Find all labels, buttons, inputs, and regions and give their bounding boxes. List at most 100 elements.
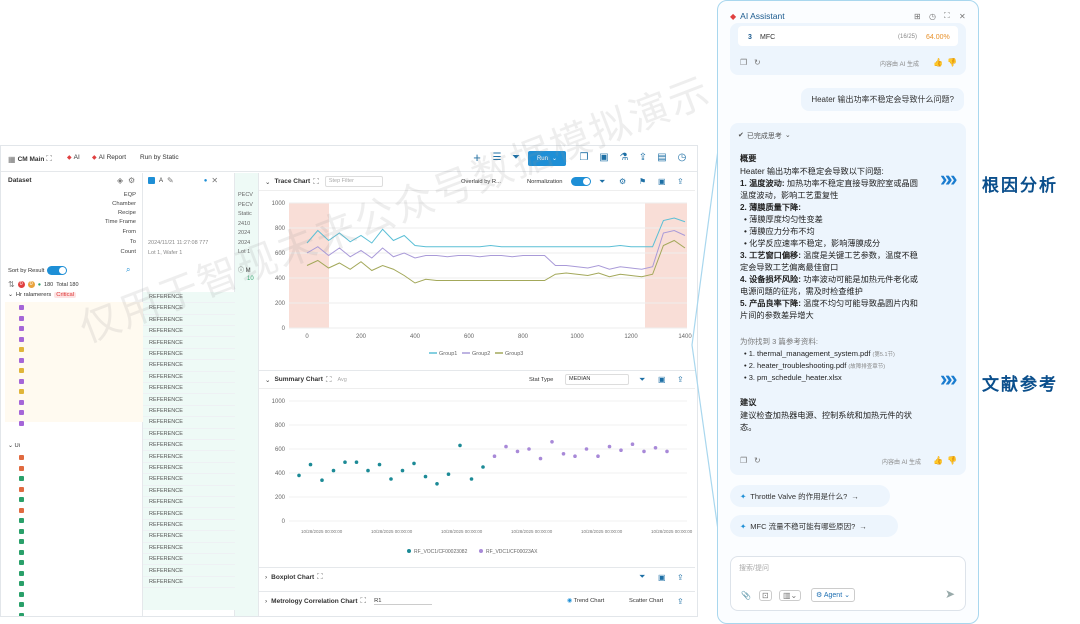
- run-button[interactable]: Run ⌄: [528, 151, 566, 166]
- expand-icon[interactable]: ⛶: [317, 572, 323, 582]
- checkbox-icon[interactable]: [148, 177, 155, 184]
- chevron-right-icon[interactable]: ›: [265, 598, 267, 605]
- reference-row[interactable]: REFERENCE: [143, 474, 235, 486]
- calendar-icon[interactable]: ▤: [656, 152, 668, 164]
- reference-row[interactable]: REFERENCE: [143, 566, 235, 577]
- flask-icon[interactable]: ⚗: [618, 152, 630, 164]
- overlaid-select[interactable]: Overlaid by R...: [461, 179, 501, 185]
- chat-input[interactable]: 搜索/提问: [739, 563, 769, 573]
- suggestion-chip-1[interactable]: ✦ Throttle Valve 的作用是什么? →: [730, 485, 890, 507]
- clock-icon[interactable]: ◷: [676, 152, 688, 164]
- ref-1-link[interactable]: 1. thermal_management_system.pdf: [749, 349, 871, 358]
- reference-row[interactable]: REFERENCE: [143, 349, 235, 361]
- tab-ai[interactable]: ◆ AI: [67, 154, 80, 161]
- export-icon[interactable]: ⇪: [677, 597, 684, 606]
- expand-icon[interactable]: ⛶: [313, 177, 319, 187]
- attach-icon[interactable]: 📎: [741, 591, 751, 600]
- reference-row[interactable]: REFERENCE: [143, 497, 235, 509]
- stat-type-select[interactable]: MEDIAN: [565, 374, 629, 385]
- group-parameters[interactable]: ⌄ Hr ralamerers Critical: [8, 292, 77, 298]
- reference-row[interactable]: REFERENCE: [143, 395, 235, 406]
- ref-3[interactable]: • 3. pm_schedule_heater.xlsx: [744, 372, 842, 384]
- fullscreen-icon[interactable]: ⛶: [944, 11, 950, 21]
- reference-row[interactable]: REFERENCE: [143, 520, 235, 532]
- reference-row[interactable]: REFERENCE: [143, 531, 235, 543]
- metrology-select[interactable]: R1: [374, 598, 433, 605]
- filter-icon[interactable]: ⏷: [639, 572, 645, 582]
- reference-row[interactable]: REFERENCE: [143, 429, 235, 440]
- reference-row[interactable]: REFERENCE: [143, 554, 235, 566]
- chevron-down-icon[interactable]: ⌄: [265, 376, 270, 384]
- suggestion-chip-2[interactable]: ✦ MFC 流量不稳可能有哪些原因? →: [730, 515, 898, 537]
- reference-row[interactable]: REFERENCE: [143, 360, 235, 372]
- summary-sub-select[interactable]: Avg: [337, 377, 346, 383]
- refresh-icon[interactable]: ↻: [754, 456, 761, 465]
- layers-icon[interactable]: ◈: [117, 176, 123, 185]
- reference-row[interactable]: REFERENCE: [143, 440, 235, 452]
- scan-icon[interactable]: ⊡: [759, 590, 772, 601]
- gear-icon[interactable]: ⚙: [619, 177, 626, 186]
- expand-icon[interactable]: ⛶: [326, 375, 332, 385]
- reference-row[interactable]: REFERENCE: [143, 383, 235, 395]
- reference-row[interactable]: REFERENCE: [143, 292, 235, 304]
- reference-row[interactable]: REFERENCE: [143, 406, 235, 418]
- thumbs-down-icon[interactable]: 👎: [947, 58, 957, 67]
- image-icon[interactable]: ▣: [658, 573, 666, 582]
- reference-row[interactable]: REFERENCE: [143, 486, 235, 497]
- tab-ai-report[interactable]: ◆ AI Report: [92, 154, 126, 161]
- expand-icon[interactable]: ⛶: [360, 596, 366, 606]
- sort-toggle[interactable]: [47, 266, 68, 275]
- reference-row[interactable]: REFERENCE: [143, 509, 235, 520]
- scatter-chart-option[interactable]: Scatter Chart: [629, 598, 663, 604]
- export-icon[interactable]: ⇪: [677, 573, 684, 582]
- agent-select[interactable]: ⚙ Agent ⌄: [811, 588, 855, 602]
- filter-icon[interactable]: ⏷: [639, 375, 645, 385]
- normalization-toggle[interactable]: [571, 177, 591, 186]
- filter-icon[interactable]: ⏷: [510, 152, 522, 164]
- thinking-status[interactable]: ✔ 已完成思考 ⌄: [738, 131, 791, 141]
- copy-icon[interactable]: ❐: [740, 456, 747, 465]
- add-icon[interactable]: +: [471, 151, 483, 164]
- pin-icon[interactable]: ⚑: [639, 177, 646, 186]
- reference-row[interactable]: REFERENCE: [143, 577, 235, 589]
- edit-icon[interactable]: ✎: [167, 176, 174, 185]
- image-icon[interactable]: ▣: [598, 152, 610, 164]
- chevron-right-icon[interactable]: ›: [265, 574, 267, 581]
- copy-icon[interactable]: ❐: [578, 152, 590, 164]
- reference-row[interactable]: REFERENCE: [143, 417, 235, 429]
- tab-cm-main[interactable]: ▦ CM Main ⛶: [8, 154, 52, 164]
- copy-icon[interactable]: ❐: [740, 58, 747, 67]
- reference-row[interactable]: REFERENCE: [143, 543, 235, 554]
- close-icon[interactable]: ✕: [959, 12, 966, 21]
- step-filter-select[interactable]: Step Filter: [324, 176, 383, 187]
- thumbs-down-icon[interactable]: 👎: [947, 456, 957, 465]
- ref-2-link[interactable]: 2. heater_troubleshooting.pdf: [749, 361, 847, 370]
- reference-row[interactable]: REFERENCE: [143, 338, 235, 349]
- close-icon[interactable]: ✕: [211, 176, 218, 185]
- sort-icon[interactable]: ⇅: [8, 280, 15, 289]
- chart-tool-icon[interactable]: ▥⌄: [779, 590, 802, 601]
- trend-chart-option[interactable]: ◉ Trend Chart: [567, 598, 604, 604]
- filter-icon[interactable]: ⏷: [599, 177, 605, 187]
- tab-run-by-static[interactable]: Run by Static: [140, 154, 179, 161]
- export-icon[interactable]: ⇪: [677, 177, 684, 186]
- refresh-icon[interactable]: ↻: [754, 58, 761, 67]
- reference-row[interactable]: REFERENCE: [143, 463, 235, 475]
- history-icon[interactable]: ◷: [929, 12, 936, 21]
- group-ui[interactable]: ⌄ Ui: [8, 443, 20, 449]
- reference-row[interactable]: REFERENCE: [143, 303, 235, 315]
- new-chat-icon[interactable]: ⊞: [914, 12, 921, 21]
- list-icon[interactable]: ☰: [491, 152, 503, 164]
- send-icon[interactable]: ➤: [945, 587, 955, 601]
- settings-icon[interactable]: ⚙: [128, 176, 135, 185]
- reference-row[interactable]: REFERENCE: [143, 326, 235, 338]
- reference-row[interactable]: REFERENCE: [143, 452, 235, 463]
- image-icon[interactable]: ▣: [658, 375, 666, 384]
- chevron-down-icon[interactable]: ⌄: [265, 178, 270, 186]
- export-icon[interactable]: ⇪: [637, 152, 649, 164]
- thumbs-up-icon[interactable]: 👍: [933, 456, 943, 465]
- image-icon[interactable]: ▣: [658, 177, 666, 186]
- export-icon[interactable]: ⇪: [677, 375, 684, 384]
- thumbs-up-icon[interactable]: 👍: [933, 58, 943, 67]
- search-icon[interactable]: ⌕: [126, 265, 130, 275]
